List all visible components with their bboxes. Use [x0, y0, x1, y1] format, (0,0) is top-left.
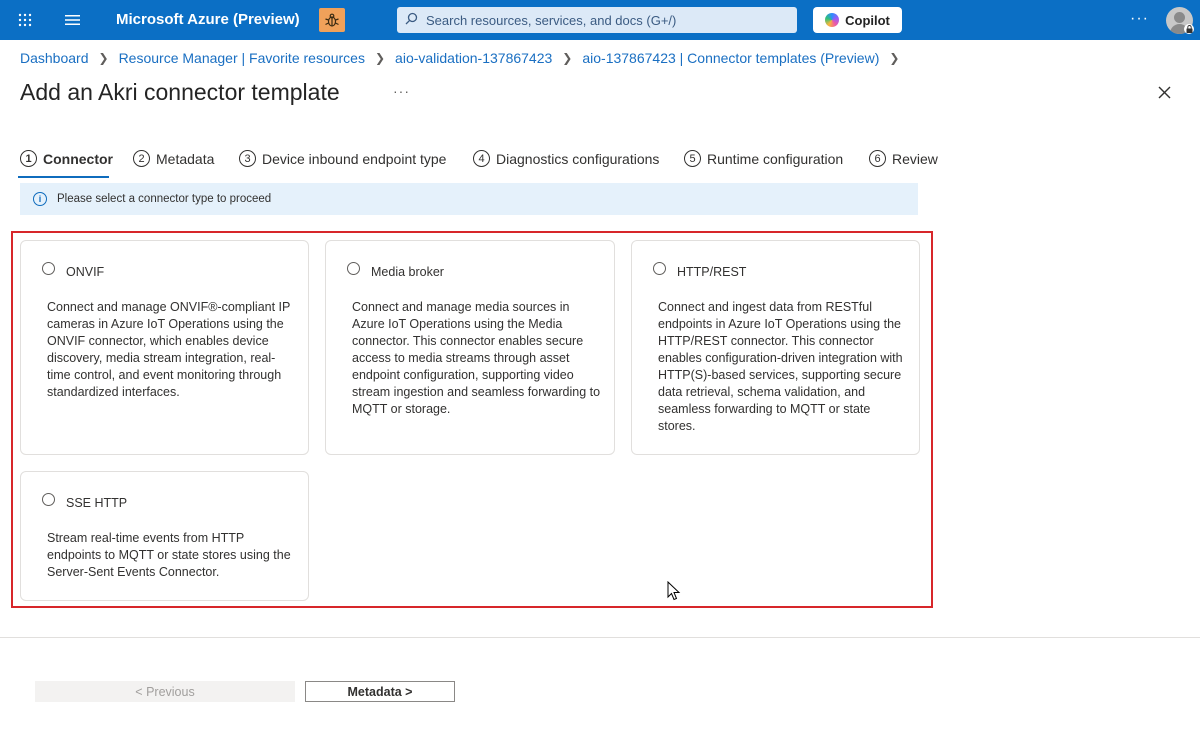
title-more-options-icon[interactable]: ···: [393, 83, 410, 99]
step-number: 5: [684, 150, 701, 167]
chevron-right-icon: ❯: [98, 51, 109, 65]
next-metadata-button[interactable]: Metadata >: [305, 681, 455, 702]
connector-card-onvif[interactable]: ONVIF Connect and manage ONVIF®-complian…: [20, 240, 309, 455]
lock-icon: [1184, 24, 1194, 34]
tab-connector[interactable]: 1 Connector: [20, 150, 113, 167]
top-bar: Microsoft Azure (Preview) Search resourc…: [0, 0, 1200, 40]
sse-http-radio[interactable]: [42, 493, 55, 506]
copilot-button[interactable]: Copilot: [813, 7, 902, 33]
connector-description: Connect and manage ONVIF®-compliant IP c…: [47, 300, 291, 399]
info-message-bar: i Please select a connector type to proc…: [20, 183, 918, 215]
tab-diagnostics-configurations[interactable]: 4 Diagnostics configurations: [473, 150, 659, 167]
step-label: Diagnostics configurations: [496, 150, 660, 167]
preview-bug-icon[interactable]: [319, 8, 345, 32]
onvif-radio[interactable]: [42, 262, 55, 275]
page-title: Add an Akri connector template: [20, 79, 340, 105]
connector-label: Media broker: [371, 265, 444, 279]
connector-card-media-broker[interactable]: Media broker Connect and manage media so…: [325, 240, 615, 455]
breadcrumb-connector-templates[interactable]: aio-137867423 | Connector templates (Pre…: [582, 50, 879, 66]
close-icon[interactable]: [1154, 82, 1174, 102]
search-icon: [405, 12, 418, 28]
portal-brand[interactable]: Microsoft Azure (Preview): [116, 11, 300, 28]
chevron-right-icon: ❯: [562, 51, 573, 65]
step-number: 6: [869, 150, 886, 167]
connector-description: Stream real-time events from HTTP endpoi…: [47, 531, 291, 579]
avatar-head: [1174, 12, 1185, 23]
tab-device-inbound-endpoint-type[interactable]: 3 Device inbound endpoint type: [239, 150, 446, 167]
step-label: Runtime configuration: [707, 150, 844, 167]
mouse-cursor-icon: [667, 580, 681, 606]
chevron-right-icon: ❯: [889, 51, 900, 65]
active-tab-indicator: [18, 176, 109, 178]
footer-divider: [0, 637, 1200, 638]
search-placeholder: Search resources, services, and docs (G+…: [426, 12, 677, 28]
step-number: 2: [133, 150, 150, 167]
connector-description: Connect and manage media sources in Azur…: [352, 300, 601, 416]
tab-review[interactable]: 6 Review: [869, 150, 938, 167]
tab-metadata[interactable]: 2 Metadata: [133, 150, 214, 167]
breadcrumb-aio-validation[interactable]: aio-validation-137867423: [395, 50, 552, 66]
info-message: Please select a connector type to procee…: [57, 193, 272, 205]
step-number: 4: [473, 150, 490, 167]
breadcrumb-resource-manager[interactable]: Resource Manager | Favorite resources: [119, 50, 365, 66]
connector-description: Connect and ingest data from RESTful end…: [658, 300, 903, 433]
copilot-label: Copilot: [845, 12, 890, 28]
media-broker-radio[interactable]: [347, 262, 360, 275]
tab-runtime-configuration[interactable]: 5 Runtime configuration: [684, 150, 843, 167]
copilot-icon: [825, 13, 840, 27]
chevron-right-icon: ❯: [374, 51, 386, 65]
step-label: Metadata: [156, 150, 215, 167]
step-label: Review: [892, 150, 938, 167]
connector-label: ONVIF: [66, 265, 105, 279]
connector-card-sse-http[interactable]: SSE HTTP Stream real-time events from HT…: [20, 471, 309, 601]
info-icon: i: [33, 192, 47, 206]
hamburger-menu-icon[interactable]: [57, 0, 87, 40]
app-launcher-icon[interactable]: [10, 0, 40, 40]
more-options-icon[interactable]: ···: [1130, 10, 1149, 28]
http-rest-radio[interactable]: [653, 262, 666, 275]
step-number: 3: [239, 150, 256, 167]
breadcrumb-dashboard[interactable]: Dashboard: [20, 50, 89, 66]
step-label: Connector: [43, 150, 113, 167]
connector-card-http-rest[interactable]: HTTP/REST Connect and ingest data from R…: [631, 240, 920, 455]
previous-button[interactable]: < Previous: [35, 681, 295, 702]
step-number: 1: [20, 150, 37, 167]
global-search-input[interactable]: Search resources, services, and docs (G+…: [397, 7, 797, 33]
connector-label: SSE HTTP: [66, 496, 128, 510]
breadcrumb: Dashboard ❯ Resource Manager | Favorite …: [20, 50, 909, 66]
connector-label: HTTP/REST: [677, 265, 747, 279]
step-label: Device inbound endpoint type: [262, 150, 447, 167]
